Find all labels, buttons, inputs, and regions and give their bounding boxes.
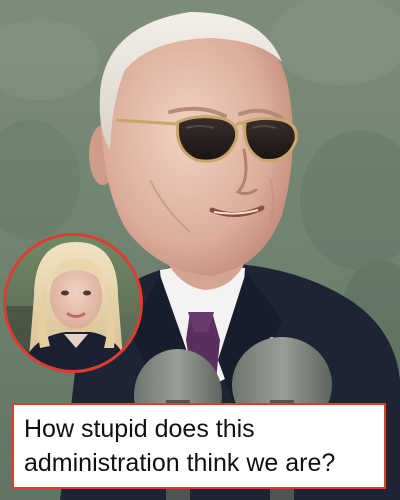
caption-text: How stupid does this administration thin… [24,415,336,477]
inset-photo [3,233,143,373]
inset-portrait [6,236,140,370]
meme-image: How stupid does this administration thin… [0,0,400,500]
caption-box: How stupid does this administration thin… [12,403,386,489]
